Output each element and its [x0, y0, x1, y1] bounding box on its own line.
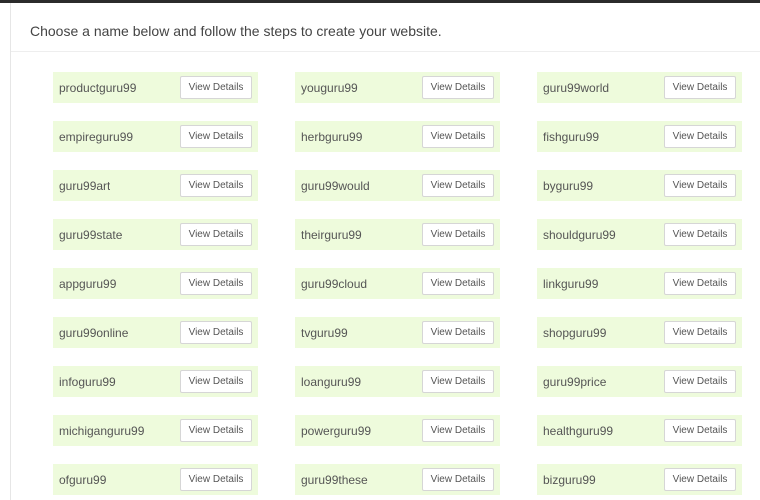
view-details-button[interactable]: View Details: [180, 125, 252, 148]
name-card-michiganguru99: michiganguru99 View Details: [53, 415, 258, 446]
name-card-guru99world: guru99world View Details: [537, 72, 742, 103]
name-card-tvguru99: tvguru99 View Details: [295, 317, 500, 348]
domain-name-label: infoguru99: [59, 374, 116, 389]
view-details-button[interactable]: View Details: [664, 76, 736, 99]
name-card-theirguru99: theirguru99 View Details: [295, 219, 500, 250]
name-card-empireguru99: empireguru99 View Details: [53, 121, 258, 152]
name-card-linkguru99: linkguru99 View Details: [537, 268, 742, 299]
view-details-button[interactable]: View Details: [664, 174, 736, 197]
domain-name-label: loanguru99: [301, 374, 362, 389]
domain-name-label: bizguru99: [543, 472, 596, 487]
domain-name-label: ofguru99: [59, 472, 107, 487]
domain-name-label: appguru99: [59, 276, 117, 291]
name-card-healthguru99: healthguru99 View Details: [537, 415, 742, 446]
domain-name-label: tvguru99: [301, 325, 348, 340]
name-card-fishguru99: fishguru99 View Details: [537, 121, 742, 152]
domain-name-label: byguru99: [543, 178, 594, 193]
domain-name-label: guru99cloud: [301, 276, 368, 291]
name-card-productguru99: productguru99 View Details: [53, 72, 258, 103]
top-border-bar: [0, 0, 760, 3]
name-card-loanguru99: loanguru99 View Details: [295, 366, 500, 397]
name-card-guru99online: guru99online View Details: [53, 317, 258, 348]
name-card-guru99price: guru99price View Details: [537, 366, 742, 397]
view-details-button[interactable]: View Details: [180, 223, 252, 246]
view-details-button[interactable]: View Details: [422, 321, 494, 344]
name-card-guru99art: guru99art View Details: [53, 170, 258, 201]
name-card-infoguru99: infoguru99 View Details: [53, 366, 258, 397]
view-details-button[interactable]: View Details: [664, 125, 736, 148]
domain-name-label: linkguru99: [543, 276, 599, 291]
domain-name-label: shopguru99: [543, 325, 607, 340]
view-details-button[interactable]: View Details: [422, 419, 494, 442]
domain-name-label: shouldguru99: [543, 227, 616, 242]
name-card-shouldguru99: shouldguru99 View Details: [537, 219, 742, 250]
domain-name-label: guru99price: [543, 374, 607, 389]
domain-name-label: fishguru99: [543, 129, 600, 144]
name-card-ofguru99: ofguru99 View Details: [53, 464, 258, 495]
domain-name-label: youguru99: [301, 80, 358, 95]
name-card-bizguru99: bizguru99 View Details: [537, 464, 742, 495]
left-border-line: [10, 3, 11, 500]
intro-instructions: Choose a name below and follow the steps…: [30, 23, 442, 39]
view-details-button[interactable]: View Details: [422, 125, 494, 148]
name-card-guru99state: guru99state View Details: [53, 219, 258, 250]
view-details-button[interactable]: View Details: [664, 419, 736, 442]
view-details-button[interactable]: View Details: [664, 223, 736, 246]
name-card-shopguru99: shopguru99 View Details: [537, 317, 742, 348]
view-details-button[interactable]: View Details: [180, 272, 252, 295]
view-details-button[interactable]: View Details: [664, 321, 736, 344]
domain-name-label: guru99would: [301, 178, 370, 193]
domain-name-label: michiganguru99: [59, 423, 145, 438]
view-details-button[interactable]: View Details: [664, 468, 736, 491]
domain-name-label: productguru99: [59, 80, 137, 95]
page: Choose a name below and follow the steps…: [0, 0, 760, 500]
name-card-youguru99: youguru99 View Details: [295, 72, 500, 103]
view-details-button[interactable]: View Details: [180, 321, 252, 344]
view-details-button[interactable]: View Details: [180, 370, 252, 393]
view-details-button[interactable]: View Details: [180, 76, 252, 99]
domain-name-label: theirguru99: [301, 227, 362, 242]
view-details-button[interactable]: View Details: [422, 76, 494, 99]
domain-name-label: guru99online: [59, 325, 129, 340]
name-card-appguru99: appguru99 View Details: [53, 268, 258, 299]
view-details-button[interactable]: View Details: [422, 370, 494, 393]
view-details-button[interactable]: View Details: [422, 174, 494, 197]
name-card-herbguru99: herbguru99 View Details: [295, 121, 500, 152]
view-details-button[interactable]: View Details: [422, 272, 494, 295]
domain-name-grid: productguru99 View Details youguru99 View D…: [53, 72, 743, 495]
name-card-guru99would: guru99would View Details: [295, 170, 500, 201]
view-details-button[interactable]: View Details: [180, 468, 252, 491]
domain-name-label: powerguru99: [301, 423, 372, 438]
view-details-button[interactable]: View Details: [422, 223, 494, 246]
domain-name-label: guru99these: [301, 472, 368, 487]
domain-name-label: guru99art: [59, 178, 111, 193]
domain-name-label: empireguru99: [59, 129, 134, 144]
name-card-guru99these: guru99these View Details: [295, 464, 500, 495]
domain-name-label: healthguru99: [543, 423, 614, 438]
view-details-button[interactable]: View Details: [180, 174, 252, 197]
name-card-guru99cloud: guru99cloud View Details: [295, 268, 500, 299]
view-details-button[interactable]: View Details: [664, 272, 736, 295]
name-card-byguru99: byguru99 View Details: [537, 170, 742, 201]
domain-name-label: guru99world: [543, 80, 610, 95]
view-details-button[interactable]: View Details: [180, 419, 252, 442]
domain-name-label: guru99state: [59, 227, 123, 242]
domain-name-label: herbguru99: [301, 129, 363, 144]
name-card-powerguru99: powerguru99 View Details: [295, 415, 500, 446]
view-details-button[interactable]: View Details: [422, 468, 494, 491]
intro-divider: [11, 51, 760, 52]
view-details-button[interactable]: View Details: [664, 370, 736, 393]
